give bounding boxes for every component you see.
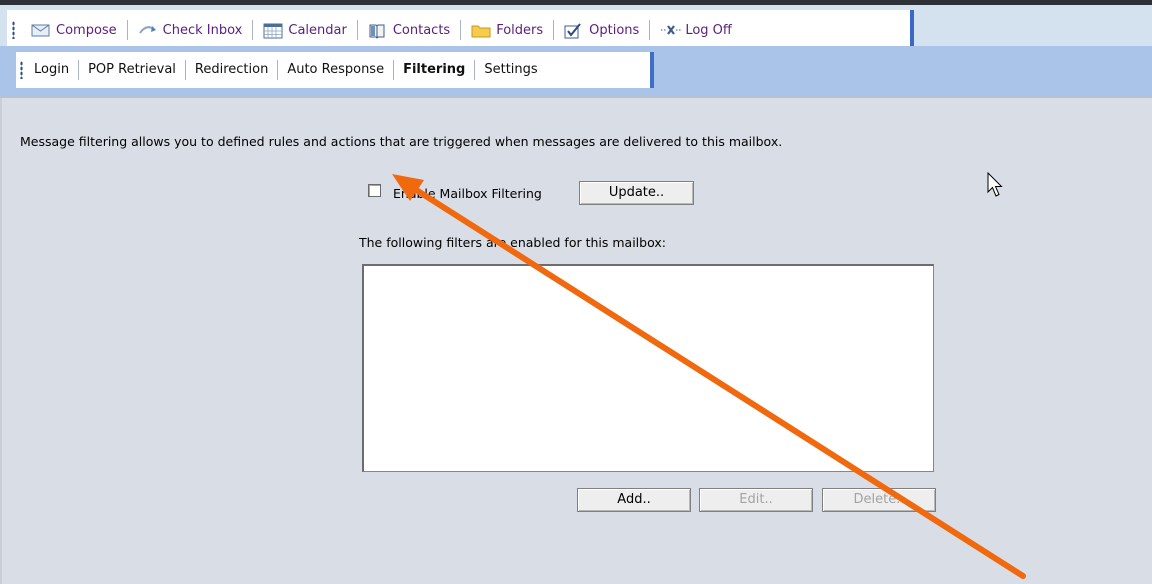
settings-tab-strip: Login POP Retrieval Redirection Auto Res… (16, 52, 654, 88)
folders-label: Folders (496, 22, 544, 38)
add-button[interactable]: Add.. (577, 488, 691, 512)
contacts-icon (368, 23, 388, 39)
compose-label: Compose (56, 22, 117, 38)
filters-listbox[interactable] (362, 264, 934, 472)
mouse-pointer-icon (987, 172, 1003, 197)
options-label: Options (589, 22, 640, 38)
folder-icon (471, 23, 491, 38)
toolbar-grip[interactable] (12, 21, 15, 39)
log-off-label: Log Off (685, 22, 732, 38)
contacts-label: Contacts (392, 22, 451, 38)
check-inbox-icon (138, 23, 158, 37)
filtering-panel: Message filtering allows you to defined … (0, 98, 1152, 584)
edit-button[interactable]: Edit.. (699, 488, 813, 512)
tab-redirection[interactable]: Redirection (186, 59, 277, 81)
check-inbox-button[interactable]: Check Inbox (128, 19, 253, 41)
calendar-icon (263, 23, 283, 39)
settings-tab-bar: Login POP Retrieval Redirection Auto Res… (0, 46, 1152, 98)
filters-list-label: The following filters are enabled for th… (359, 235, 666, 250)
calendar-label: Calendar (288, 22, 347, 38)
calendar-button[interactable]: Calendar (253, 19, 356, 41)
options-icon (564, 23, 584, 39)
tab-auto-response[interactable]: Auto Response (278, 59, 393, 81)
tab-filtering[interactable]: Filtering (394, 59, 474, 81)
filtering-description: Message filtering allows you to defined … (20, 134, 783, 149)
tab-settings[interactable]: Settings (475, 59, 546, 81)
main-toolbar-strip: Compose Check Inbox Calendar Contacts Fo… (7, 10, 914, 50)
update-button[interactable]: Update.. (579, 181, 694, 205)
contacts-button[interactable]: Contacts (358, 19, 460, 41)
delete-button[interactable]: Delete.. (822, 488, 936, 512)
tab-pop-retrieval[interactable]: POP Retrieval (79, 59, 185, 81)
folders-button[interactable]: Folders (461, 19, 553, 41)
compose-button[interactable]: Compose (21, 19, 127, 41)
tab-bar-grip[interactable] (20, 61, 23, 79)
tab-login[interactable]: Login (25, 59, 78, 81)
log-off-button[interactable]: Log Off (650, 19, 742, 41)
log-off-icon (660, 23, 682, 37)
enable-filtering-label: Enable Mailbox Filtering (393, 186, 542, 201)
main-toolbar: Compose Check Inbox Calendar Contacts Fo… (0, 0, 1152, 50)
options-button[interactable]: Options (554, 19, 649, 41)
enable-filtering-checkbox[interactable] (368, 184, 381, 197)
check-inbox-label: Check Inbox (162, 22, 243, 38)
compose-icon (31, 23, 51, 37)
